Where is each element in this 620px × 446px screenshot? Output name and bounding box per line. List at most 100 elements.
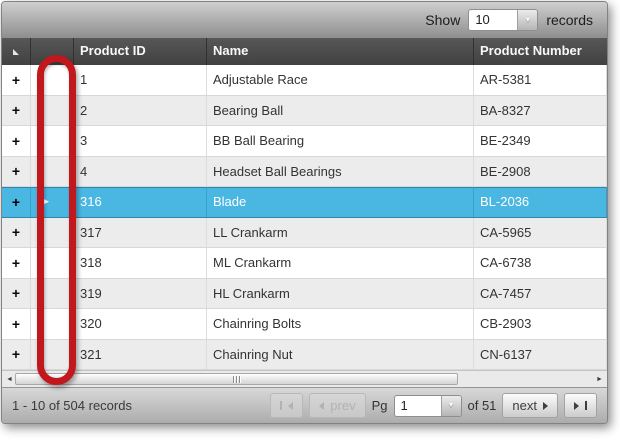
product-grid-widget: Show 10 ▼ records Product ID Name Produc… [1, 1, 608, 424]
cell-product-id: 4 [74, 157, 207, 187]
detail-indicator-cell [31, 248, 74, 278]
dropdown-arrow-icon[interactable]: ▼ [517, 10, 537, 30]
thumb-grip-icon [236, 376, 237, 383]
cell-product-number: CA-7457 [474, 279, 607, 309]
header-detail-column [31, 38, 74, 65]
table-row[interactable]: + 318 ML Crankarm CA-6738 [2, 248, 607, 279]
table-row[interactable]: + 3 BB Ball Bearing BE-2349 [2, 126, 607, 157]
expand-row-button[interactable]: + [2, 279, 31, 309]
scroll-right-icon[interactable]: ► [592, 371, 607, 387]
expand-row-button[interactable]: + [2, 187, 31, 217]
cell-name: Chainring Bolts [207, 309, 474, 339]
thumb-grip-icon [239, 376, 240, 383]
expand-row-button[interactable]: + [2, 340, 31, 370]
table-row[interactable]: + 1 Adjustable Race AR-5381 [2, 65, 607, 96]
cell-product-id: 317 [74, 218, 207, 248]
arrow-right-icon [574, 402, 579, 410]
cell-product-number: CN-6137 [474, 340, 607, 370]
cell-product-number: BL-2036 [474, 187, 607, 217]
show-label: Show [425, 12, 460, 28]
scrollbar-thumb[interactable] [15, 373, 458, 385]
page-size-value[interactable]: 10 [469, 10, 517, 30]
collapse-all-icon[interactable] [13, 49, 19, 55]
table-row-selected[interactable]: + ▶ 316 Blade BL-2036 [2, 187, 607, 218]
thumb-grip-icon [233, 376, 234, 383]
arrow-right-icon [543, 402, 548, 410]
column-header-product-id[interactable]: Product ID [74, 38, 207, 65]
cell-product-number: CB-2903 [474, 309, 607, 339]
detail-indicator-cell [31, 279, 74, 309]
last-page-button[interactable] [564, 393, 597, 418]
table-row[interactable]: + 320 Chainring Bolts CB-2903 [2, 309, 607, 340]
arrow-left-icon [319, 402, 324, 410]
horizontal-scrollbar[interactable]: ◄ ► [2, 370, 607, 387]
cell-product-id: 318 [74, 248, 207, 278]
detail-indicator-cell [31, 126, 74, 156]
next-page-button[interactable]: next [502, 393, 558, 418]
cell-product-id: 2 [74, 96, 207, 126]
record-range-status: 1 - 10 of 504 records [12, 398, 264, 413]
cell-product-number: BE-2349 [474, 126, 607, 156]
grid-header-row: Product ID Name Product Number [2, 38, 607, 65]
grid-body: + 1 Adjustable Race AR-5381 + 2 Bearing … [2, 65, 607, 370]
detail-indicator-cell [31, 309, 74, 339]
expand-row-button[interactable]: + [2, 126, 31, 156]
cell-product-id: 1 [74, 65, 207, 95]
table-row[interactable]: + 317 LL Crankarm CA-5965 [2, 218, 607, 249]
detail-indicator-cell [31, 218, 74, 248]
cell-name: Adjustable Race [207, 65, 474, 95]
page-label: Pg [372, 398, 388, 413]
grid-toolbar: Show 10 ▼ records [2, 2, 607, 38]
first-page-button[interactable] [270, 393, 303, 418]
cell-name: Blade [207, 187, 474, 217]
table-row[interactable]: + 4 Headset Ball Bearings BE-2908 [2, 157, 607, 188]
column-header-product-number[interactable]: Product Number [474, 38, 607, 65]
page-count-label: of 51 [468, 398, 497, 413]
column-header-name[interactable]: Name [207, 38, 474, 65]
header-expand-column[interactable] [2, 38, 31, 65]
expand-row-button[interactable]: + [2, 65, 31, 95]
cell-name: Chainring Nut [207, 340, 474, 370]
page-number-value[interactable]: 1 [395, 396, 441, 416]
cell-product-number: CA-5965 [474, 218, 607, 248]
cell-product-id: 319 [74, 279, 207, 309]
prev-label: prev [330, 398, 355, 413]
expand-row-button[interactable]: + [2, 309, 31, 339]
pager-bar: 1 - 10 of 504 records prev Pg 1 ▼ of 51 … [2, 387, 607, 423]
page: Show 10 ▼ records Product ID Name Produc… [0, 0, 620, 446]
prev-page-button[interactable]: prev [309, 393, 365, 418]
arrow-left-icon [288, 402, 293, 410]
page-number-dropdown[interactable]: 1 ▼ [394, 395, 462, 417]
cell-name: HL Crankarm [207, 279, 474, 309]
detail-indicator-cell [31, 157, 74, 187]
expand-row-button[interactable]: + [2, 157, 31, 187]
bar-icon [280, 401, 282, 410]
cell-product-number: BA-8327 [474, 96, 607, 126]
records-label: records [546, 12, 593, 28]
bar-icon [585, 401, 587, 410]
expand-row-button[interactable]: + [2, 96, 31, 126]
table-row[interactable]: + 2 Bearing Ball BA-8327 [2, 96, 607, 127]
cell-product-number: BE-2908 [474, 157, 607, 187]
expand-row-button[interactable]: + [2, 248, 31, 278]
detail-indicator-cell [31, 96, 74, 126]
detail-indicator-cell: ▶ [31, 187, 74, 217]
detail-indicator-cell [31, 65, 74, 95]
cell-product-id: 316 [74, 187, 207, 217]
cell-name: ML Crankarm [207, 248, 474, 278]
page-size-dropdown[interactable]: 10 ▼ [468, 9, 538, 31]
table-row[interactable]: + 321 Chainring Nut CN-6137 [2, 340, 607, 371]
cell-name: Headset Ball Bearings [207, 157, 474, 187]
cell-product-id: 320 [74, 309, 207, 339]
cell-product-number: CA-6738 [474, 248, 607, 278]
dropdown-arrow-icon[interactable]: ▼ [441, 396, 461, 416]
cell-product-number: AR-5381 [474, 65, 607, 95]
next-label: next [512, 398, 537, 413]
cell-product-id: 321 [74, 340, 207, 370]
selected-row-arrow-icon: ▶ [42, 197, 49, 206]
detail-indicator-cell [31, 340, 74, 370]
table-row[interactable]: + 319 HL Crankarm CA-7457 [2, 279, 607, 310]
cell-product-id: 3 [74, 126, 207, 156]
expand-row-button[interactable]: + [2, 218, 31, 248]
cell-name: LL Crankarm [207, 218, 474, 248]
